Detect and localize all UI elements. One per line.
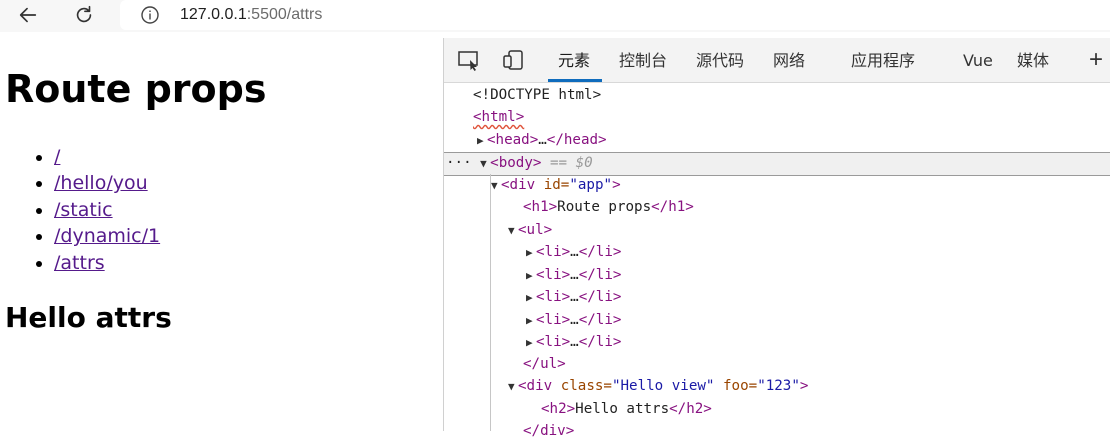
collapse-triangle-icon[interactable]: ▼ — [508, 376, 518, 398]
expand-triangle-icon[interactable]: ▶ — [526, 310, 536, 332]
list-item: / — [54, 144, 160, 170]
route-link-static[interactable]: /static — [54, 199, 113, 221]
dom-ul-close[interactable]: </ul> — [523, 353, 566, 375]
address-bar[interactable]: 127.0.0.1:5500/attrs — [120, 0, 1110, 30]
dom-ul[interactable]: ▼ <ul> — [508, 219, 552, 241]
expand-triangle-icon[interactable]: ▶ — [477, 130, 487, 152]
expand-triangle-icon[interactable]: ▶ — [526, 332, 536, 354]
dom-doctype[interactable]: <!DOCTYPE html> — [473, 84, 601, 106]
page-subtitle: Hello attrs — [5, 301, 172, 334]
page-viewport: Route props / /hello/you /static /dynami… — [0, 38, 443, 431]
collapse-triangle-icon[interactable]: ▼ — [491, 175, 501, 197]
dom-li[interactable]: ▶ <li>…</li> — [526, 264, 621, 286]
dom-li[interactable]: ▶ <li>…</li> — [526, 241, 621, 263]
dom-div-close[interactable]: </div> — [523, 420, 574, 442]
dom-div-hello[interactable]: ▼ <div class="Hello view" foo="123"> — [508, 375, 808, 397]
browser-toolbar: 127.0.0.1:5500/attrs — [0, 0, 1110, 32]
add-tab-icon[interactable]: + — [1089, 46, 1103, 74]
url-text[interactable]: 127.0.0.1:5500/attrs — [180, 6, 322, 24]
dom-h2[interactable]: <h2>Hello attrs</h2> — [541, 398, 712, 420]
url-path: :5500/attrs — [246, 6, 323, 23]
collapse-triangle-icon[interactable]: ▼ — [480, 153, 490, 175]
list-item: /hello/you — [54, 170, 160, 196]
expand-triangle-icon[interactable]: ▶ — [526, 242, 536, 264]
tab-vue[interactable]: Vue — [963, 38, 993, 81]
devtools-toolbar: 元素 控制台 源代码 网络 应用程序 Vue 媒体 + — [444, 38, 1110, 83]
refresh-icon — [76, 5, 92, 23]
expand-triangle-icon[interactable]: ▶ — [526, 265, 536, 287]
dom-li[interactable]: ▶ <li>…</li> — [526, 309, 621, 331]
route-link-attrs[interactable]: /attrs — [54, 252, 105, 274]
tab-elements[interactable]: 元素 — [547, 38, 603, 82]
tab-media[interactable]: 媒体 — [1017, 38, 1049, 81]
dom-li[interactable]: ▶ <li>…</li> — [526, 331, 621, 353]
dom-html[interactable]: <html> — [473, 106, 524, 128]
dom-head[interactable]: ▶ <head>…</head> — [477, 129, 607, 151]
dom-li[interactable]: ▶ <li>…</li> — [526, 286, 621, 308]
list-item: /attrs — [54, 250, 160, 276]
url-host: 127.0.0.1 — [180, 6, 247, 23]
inspect-element-icon[interactable] — [456, 48, 482, 72]
tab-application[interactable]: 应用程序 — [851, 38, 915, 81]
tab-sources[interactable]: 源代码 — [696, 38, 744, 81]
list-item: /static — [54, 197, 160, 223]
dom-tree: <!DOCTYPE html> <html> ▶ <head>…</head> ·… — [444, 83, 1110, 439]
dom-body[interactable]: ··· ▼ <body> == $0 — [446, 152, 593, 174]
back-button[interactable] — [8, 0, 48, 30]
arrow-left-icon — [19, 7, 37, 23]
tab-network[interactable]: 网络 — [773, 38, 805, 81]
device-toolbar-icon[interactable] — [500, 48, 526, 72]
collapse-triangle-icon[interactable]: ▼ — [508, 220, 518, 242]
route-link-dynamic[interactable]: /dynamic/1 — [54, 225, 160, 247]
refresh-button[interactable] — [64, 0, 104, 30]
tab-console[interactable]: 控制台 — [619, 38, 667, 81]
route-links: / /hello/you /static /dynamic/1 /attrs — [34, 144, 160, 276]
dom-div-app[interactable]: ▼ <div id="app"> — [491, 174, 621, 196]
page-title: Route props — [5, 67, 267, 111]
route-link-hello[interactable]: /hello/you — [54, 172, 148, 194]
route-link-root[interactable]: / — [54, 146, 60, 168]
list-item: /dynamic/1 — [54, 223, 160, 249]
devtools-panel: 元素 控制台 源代码 网络 应用程序 Vue 媒体 + <!DOCTYPE ht… — [443, 38, 1110, 439]
indent-guide — [490, 174, 491, 431]
info-icon[interactable] — [140, 5, 160, 25]
dom-h1[interactable]: <h1>Route props</h1> — [523, 196, 694, 218]
expand-triangle-icon[interactable]: ▶ — [526, 287, 536, 309]
more-options-icon[interactable]: ··· — [446, 155, 472, 171]
